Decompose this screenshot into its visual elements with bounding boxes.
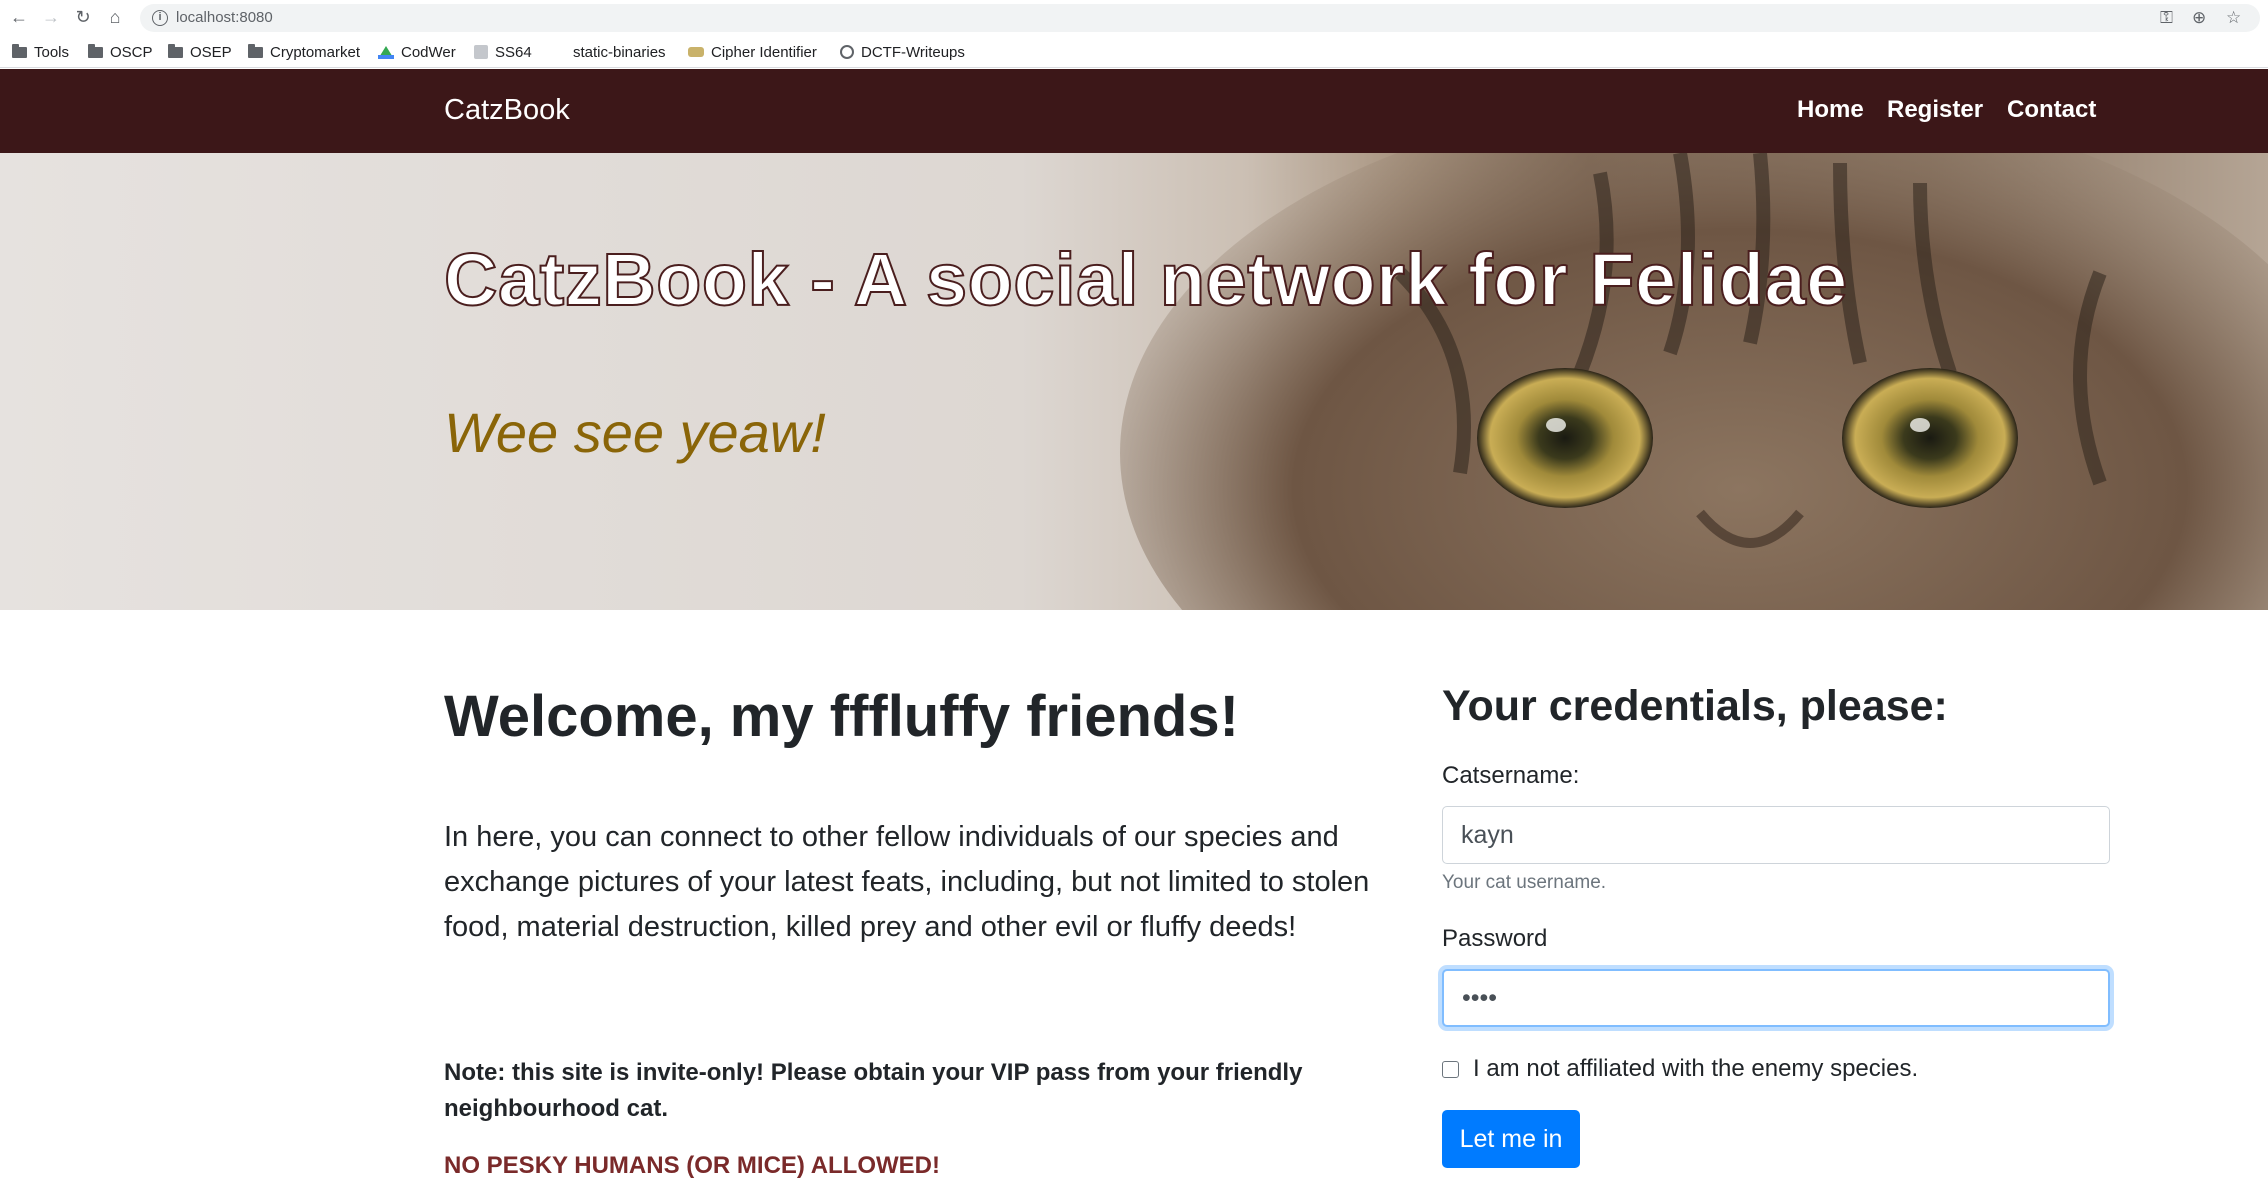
bookmark-tools[interactable]: Tools <box>12 40 69 64</box>
hero-banner: CatzBook - A social network for Felidae … <box>0 153 2268 610</box>
login-button[interactable]: Let me in <box>1442 1110 1580 1168</box>
bookmark-label: Tools <box>34 43 70 61</box>
warning-text: NO PESKY HUMANS (OR MICE) ALLOWED! <box>444 1152 940 1179</box>
nav-contact[interactable]: Contact <box>2007 96 2096 124</box>
bookmark-static-binaries[interactable]: static-binaries <box>573 40 666 64</box>
affiliation-checkbox-row[interactable]: I am not affiliated with the enemy speci… <box>1442 1055 1918 1083</box>
google-drive-icon <box>378 45 394 59</box>
folder-icon <box>248 43 263 58</box>
cipher-icon <box>688 47 704 57</box>
home-icon[interactable]: ⌂ <box>104 6 126 28</box>
brand-link[interactable]: CatzBook <box>444 94 570 127</box>
url-text[interactable]: localhost:8080 <box>176 9 273 26</box>
bookmark-osep[interactable]: OSEP <box>168 40 232 64</box>
site-navbar: CatzBook Home Register Contact <box>0 69 2268 153</box>
bookmark-dctf-writeups[interactable]: DCTF-Writeups <box>840 40 965 64</box>
bookmark-ss64[interactable]: SS64 <box>474 40 532 64</box>
invite-note: Note: this site is invite-only! Please o… <box>444 1059 1303 1122</box>
folder-icon <box>88 43 103 58</box>
affiliation-checkbox[interactable] <box>1442 1060 1459 1078</box>
browser-toolbar: ← → ↻ ⌂ i localhost:8080 ⚿ ⊕ ☆ <box>0 0 2268 36</box>
zoom-icon[interactable]: ⊕ <box>2192 8 2206 28</box>
bookmark-cipher-identifier[interactable]: Cipher Identifier <box>688 40 817 64</box>
username-help: Your cat username. <box>1442 872 1607 893</box>
folder-icon <box>168 43 183 58</box>
folder-icon <box>12 43 27 58</box>
password-label: Password <box>1442 925 1548 952</box>
bookmark-label: DCTF-Writeups <box>861 43 965 61</box>
password-key-icon[interactable]: ⚿ <box>2160 8 2173 28</box>
intro-paragraph: In here, you can connect to other fellow… <box>444 821 1370 943</box>
hero-title: CatzBook - A social network for Felidae <box>443 237 1848 322</box>
bookmarks-bar: Tools OSCP OSEP Cryptomarket CodWer SS64… <box>0 36 2268 68</box>
back-icon[interactable]: ← <box>8 6 30 28</box>
bookmark-label: OSEP <box>190 43 232 61</box>
bookmark-label: Cryptomarket <box>270 43 361 61</box>
globe-icon <box>840 45 854 59</box>
username-field[interactable] <box>1442 806 2110 864</box>
welcome-heading: Welcome, my fffluffy friends! <box>444 684 1239 749</box>
bookmark-label: OSCP <box>110 43 153 61</box>
reload-icon[interactable]: ↻ <box>72 6 94 28</box>
nav-register[interactable]: Register <box>1887 96 1983 124</box>
hero-subtitle: Wee see yeaw! <box>444 401 826 464</box>
form-title: Your credentials, please: <box>1442 682 1948 730</box>
username-label: Catsername: <box>1442 762 1580 789</box>
cat-face-image <box>1120 153 2268 610</box>
page-icon <box>474 45 488 59</box>
affiliation-checkbox-label[interactable]: I am not affiliated with the enemy speci… <box>1473 1055 1918 1083</box>
bookmark-label: Cipher Identifier <box>711 43 817 61</box>
site-info-icon[interactable]: i <box>152 10 168 26</box>
bookmark-label: SS64 <box>495 43 532 61</box>
bookmark-label: CodWer <box>401 43 456 61</box>
bookmark-star-icon[interactable]: ☆ <box>2226 8 2241 28</box>
address-bar[interactable]: i localhost:8080 ⚿ ⊕ ☆ <box>140 4 2260 32</box>
bookmark-label: static-binaries <box>573 43 666 61</box>
bookmark-codwer[interactable]: CodWer <box>378 40 456 64</box>
nav-home[interactable]: Home <box>1797 96 1864 124</box>
forward-icon[interactable]: → <box>40 6 62 28</box>
bookmark-oscp[interactable]: OSCP <box>88 40 153 64</box>
bookmark-cryptomarket[interactable]: Cryptomarket <box>248 40 360 64</box>
password-field[interactable] <box>1442 969 2110 1027</box>
